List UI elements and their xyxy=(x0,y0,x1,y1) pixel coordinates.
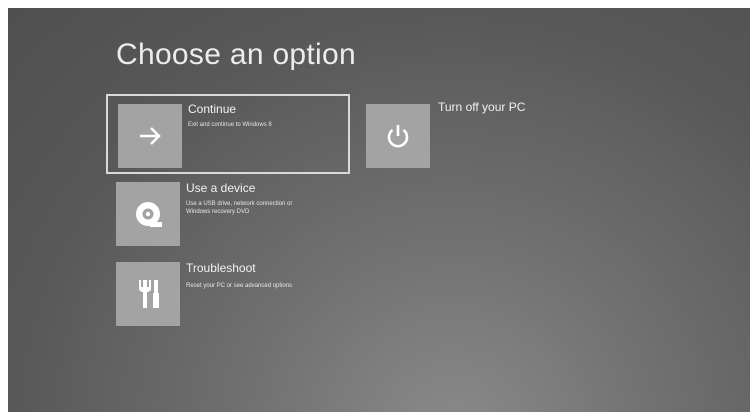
continue-tile xyxy=(118,104,182,168)
continue-label: Continue xyxy=(188,102,237,116)
arrow-right-icon xyxy=(140,127,161,145)
disc-icon xyxy=(136,202,162,227)
turn-off-tile xyxy=(366,104,430,168)
page-title: Choose an option xyxy=(116,38,356,71)
tools-icon xyxy=(139,280,159,308)
power-icon xyxy=(387,125,409,148)
turn-off-option[interactable]: Turn off your PC xyxy=(358,94,588,174)
continue-option[interactable]: Continue Exit and continue to Windows 8 xyxy=(106,94,350,174)
use-device-label: Use a device xyxy=(186,181,256,195)
troubleshoot-label: Troubleshoot xyxy=(186,261,256,275)
use-device-tile xyxy=(116,182,180,246)
troubleshoot-tile xyxy=(116,262,180,326)
recovery-screen: Choose an option Continue Exit and conti… xyxy=(8,8,750,412)
troubleshoot-description: Reset your PC or see advanced options xyxy=(186,283,293,289)
troubleshoot-option[interactable]: Troubleshoot Reset your PC or see advanc… xyxy=(106,258,350,332)
turn-off-label: Turn off your PC xyxy=(438,100,526,114)
use-device-option[interactable]: Use a device Use a USB drive, network co… xyxy=(106,178,350,252)
use-device-description-line1: Use a USB drive, network connection or xyxy=(186,201,293,207)
continue-description: Exit and continue to Windows 8 xyxy=(188,122,272,128)
use-device-description-line2: Windows recovery DVD xyxy=(186,209,250,215)
